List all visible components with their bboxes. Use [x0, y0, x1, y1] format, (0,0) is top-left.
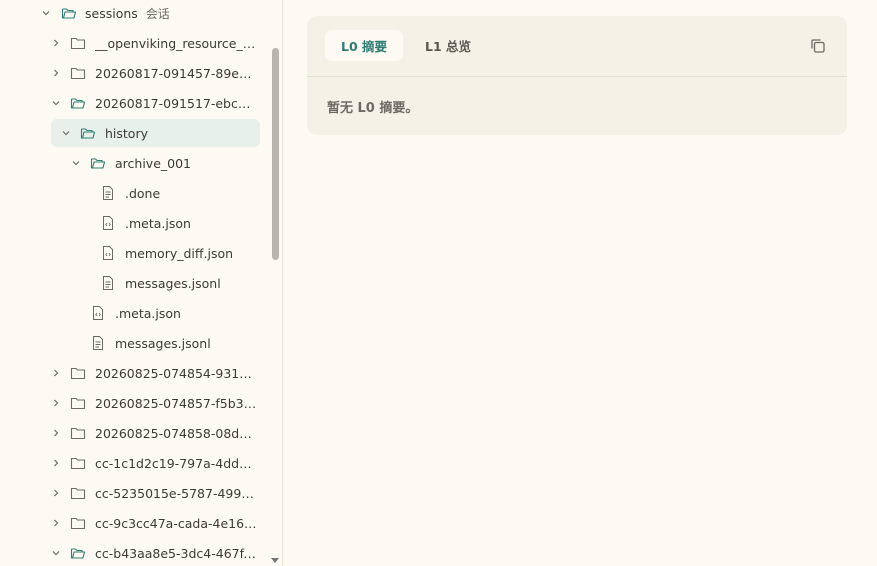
folder-icon [70, 65, 86, 81]
folder-open-icon [90, 155, 106, 171]
folder-open-icon [80, 125, 96, 141]
tree-item-label: messages.jsonl [115, 335, 211, 351]
tree-item-label: cc-1c1d2c19-797a-4ddb-... [95, 455, 258, 471]
tree-root-label: sessions [85, 5, 138, 21]
file-text-icon [100, 275, 116, 291]
chevron-down-icon[interactable] [60, 127, 72, 139]
tree-file-row[interactable]: messages.jsonl [0, 329, 268, 357]
tree-item-label: archive_001 [115, 155, 191, 171]
tree-item-label: __openviking_resource_re... [95, 35, 258, 51]
tree-item-label: messages.jsonl [125, 275, 221, 291]
tree-folder-row[interactable]: __openviking_resource_re... [0, 29, 268, 57]
tree-file-row[interactable]: .meta.json [0, 209, 268, 237]
file-text-icon [90, 335, 106, 351]
file-json-icon [90, 305, 106, 321]
chevron-down-icon[interactable] [70, 157, 82, 169]
summary-tabs: L0 摘要 L1 总览 [325, 30, 487, 61]
chevron-right-icon[interactable] [50, 397, 62, 409]
scroll-down-arrow-icon[interactable] [271, 558, 279, 563]
folder-open-icon [61, 5, 77, 21]
tree-item-label: cc-b43aa8e5-3dc4-467f-... [95, 545, 258, 561]
folder-icon [70, 485, 86, 501]
tab-l0-summary[interactable]: L0 摘要 [325, 30, 404, 61]
tree-folder-row[interactable]: cc-1c1d2c19-797a-4ddb-... [0, 449, 268, 477]
chevron-right-icon[interactable] [50, 517, 62, 529]
tree-folder-row[interactable]: cc-b43aa8e5-3dc4-467f-... [0, 539, 268, 566]
folder-open-icon [70, 545, 86, 561]
folder-icon [70, 515, 86, 531]
file-json-icon [100, 245, 116, 261]
tree-item-label: memory_diff.json [125, 245, 234, 261]
chevron-right-icon[interactable] [50, 487, 62, 499]
chevron-right-icon[interactable] [50, 37, 62, 49]
tree-item-label: .meta.json [115, 305, 181, 321]
tree-root-sessions[interactable]: sessions 会话 [40, 0, 170, 27]
tab-l1-overview[interactable]: L1 总览 [409, 30, 487, 61]
tree-file-row[interactable]: .meta.json [0, 299, 268, 327]
tree-folder-row[interactable]: 20260817-091517-ebc57... [0, 89, 268, 117]
folder-icon [70, 35, 86, 51]
tree-folder-row[interactable]: 20260825-074858-08dd2... [0, 419, 268, 447]
folder-icon [70, 365, 86, 381]
chevron-down-icon[interactable] [50, 547, 62, 559]
tree-root-sublabel: 会话 [145, 6, 170, 21]
tree-file-row[interactable]: memory_diff.json [0, 239, 268, 267]
tree-folder-row[interactable]: archive_001 [0, 149, 268, 177]
chevron-right-icon[interactable] [50, 67, 62, 79]
file-json-icon [100, 215, 116, 231]
chevron-right-icon[interactable] [50, 367, 62, 379]
tree-item-label: .meta.json [125, 215, 191, 231]
folder-icon [70, 425, 86, 441]
copy-icon[interactable] [809, 37, 827, 55]
chevron-down-icon[interactable] [50, 97, 62, 109]
file-text-icon [100, 185, 116, 201]
tree-item-label: 20260825-074857-f5b35... [95, 395, 258, 411]
tree-item-label: history [105, 125, 148, 141]
scrollbar-thumb[interactable] [272, 48, 279, 260]
folder-icon [70, 395, 86, 411]
tree-file-row[interactable]: messages.jsonl [0, 269, 268, 297]
summary-panel: L0 摘要 L1 总览 暂无 L0 摘要。 [307, 16, 847, 135]
folder-open-icon [70, 95, 86, 111]
summary-empty-text: 暂无 L0 摘要。 [327, 101, 419, 116]
tree-item-label: 20260817-091517-ebc57... [95, 95, 258, 111]
file-tree-sidebar: sessions 会话 __openviking_resource_re... 2… [0, 0, 283, 566]
chevron-right-icon[interactable] [50, 457, 62, 469]
tree-folder-row[interactable]: cc-9c3cc47a-cada-4e16-... [0, 509, 268, 537]
folder-icon [70, 455, 86, 471]
tree-folder-row[interactable]: 20260825-074854-931d0... [0, 359, 268, 387]
tree-item-label: cc-9c3cc47a-cada-4e16-... [95, 515, 258, 531]
tree-folder-row[interactable]: 20260825-074857-f5b35... [0, 389, 268, 417]
tree-item-label: .done [125, 185, 161, 201]
panel-divider [307, 76, 847, 77]
tree-folder-row[interactable]: history [51, 119, 260, 147]
tree-item-label: 20260825-074854-931d0... [95, 365, 258, 381]
tree-item-label: 20260825-074858-08dd2... [95, 425, 258, 441]
tree-file-row[interactable]: .done [0, 179, 268, 207]
chevron-down-icon[interactable] [40, 7, 52, 19]
tree-folder-row[interactable]: cc-5235015e-5787-4997-... [0, 479, 268, 507]
chevron-right-icon[interactable] [50, 427, 62, 439]
tree-item-label: cc-5235015e-5787-4997-... [95, 485, 258, 501]
tree-item-label: 20260817-091457-89e31... [95, 65, 258, 81]
tree-folder-row[interactable]: 20260817-091457-89e31... [0, 59, 268, 87]
